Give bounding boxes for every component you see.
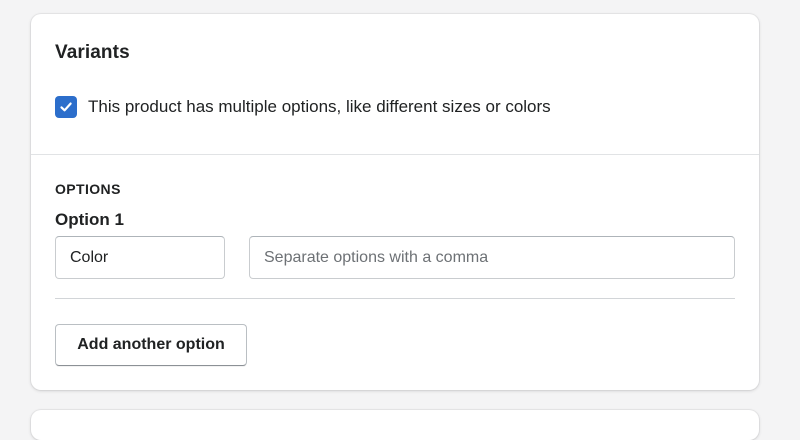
next-card [31,410,759,440]
multiple-options-row[interactable]: This product has multiple options, like … [55,96,551,118]
checkmark-icon [60,102,72,112]
card-title: Variants [55,42,130,63]
option-1-label: Option 1 [55,210,124,229]
option-1-name-input[interactable] [55,236,225,279]
options-heading: OPTIONS [55,181,121,197]
variants-card: Variants This product has multiple optio… [31,14,759,390]
add-another-option-button[interactable]: Add another option [55,324,247,366]
multiple-options-checkbox[interactable] [55,96,77,118]
options-divider [55,298,735,299]
section-divider [31,154,759,155]
multiple-options-label: This product has multiple options, like … [88,97,551,116]
option-1-values-input[interactable] [249,236,735,279]
